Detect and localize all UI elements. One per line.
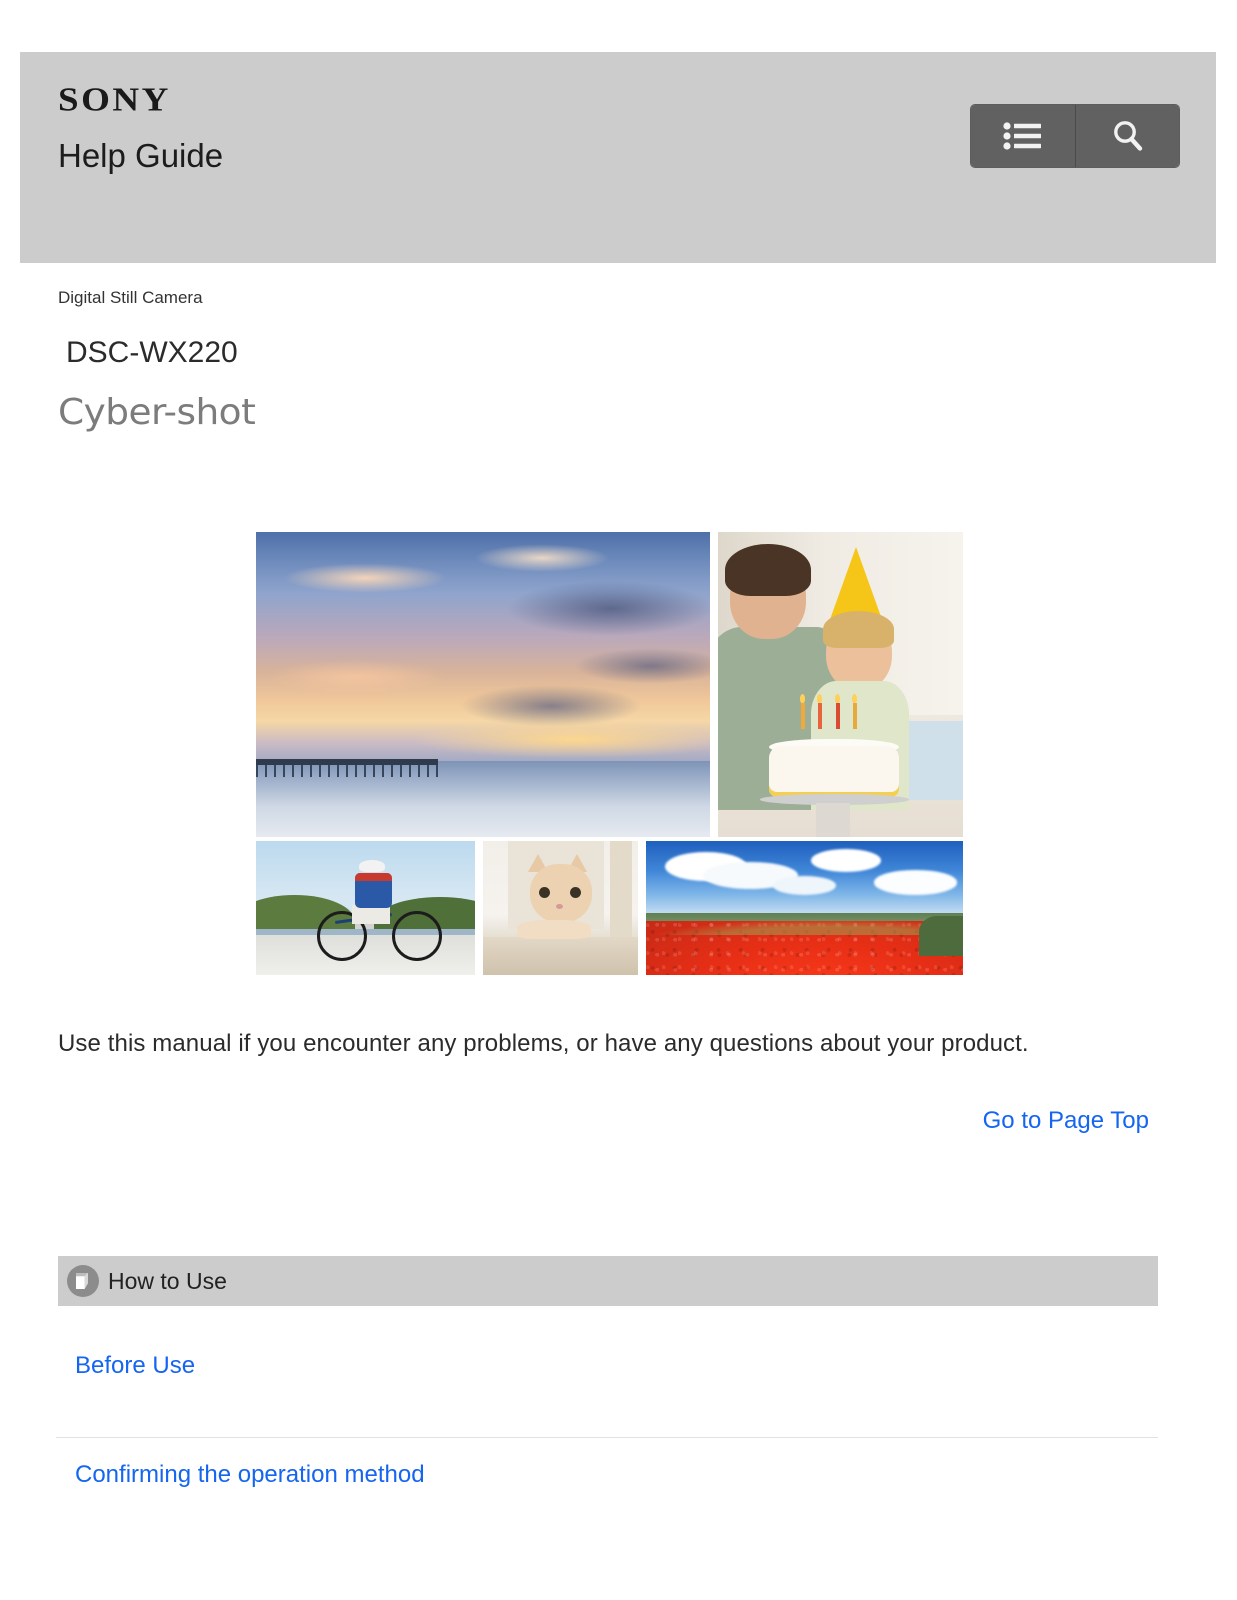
link-before-use[interactable]: Before Use xyxy=(75,1352,195,1380)
cat-photo xyxy=(483,841,638,975)
intro-text: Use this manual if you encounter any pro… xyxy=(58,1030,1029,1057)
list-icon xyxy=(1003,122,1043,150)
link-confirming-operation-method[interactable]: Confirming the operation method xyxy=(75,1461,425,1489)
page-header: SONY Help Guide xyxy=(20,52,1216,263)
product-category: Digital Still Camera xyxy=(58,288,203,307)
search-button[interactable] xyxy=(1075,105,1179,167)
product-model: DSC-WX220 xyxy=(66,336,238,369)
page-document-icon xyxy=(58,1265,99,1297)
birthday-party-photo xyxy=(718,532,963,837)
header-button-group xyxy=(971,105,1179,167)
menu-button[interactable] xyxy=(971,105,1075,167)
how-to-use-section-header: How to Use xyxy=(58,1256,1158,1306)
search-icon xyxy=(1111,119,1145,153)
product-image-collage xyxy=(256,532,963,975)
cyclist-photo xyxy=(256,841,475,975)
page-title: Help Guide xyxy=(58,137,224,174)
list-divider xyxy=(56,1437,1158,1438)
flower-field-photo xyxy=(646,841,963,975)
how-to-use-label: How to Use xyxy=(108,1267,227,1294)
cybershot-logo: Cyber-shot xyxy=(58,392,256,433)
sony-logo: SONY xyxy=(58,80,171,119)
go-to-page-top-link[interactable]: Go to Page Top xyxy=(983,1107,1149,1135)
sunset-beach-photo xyxy=(256,532,710,837)
